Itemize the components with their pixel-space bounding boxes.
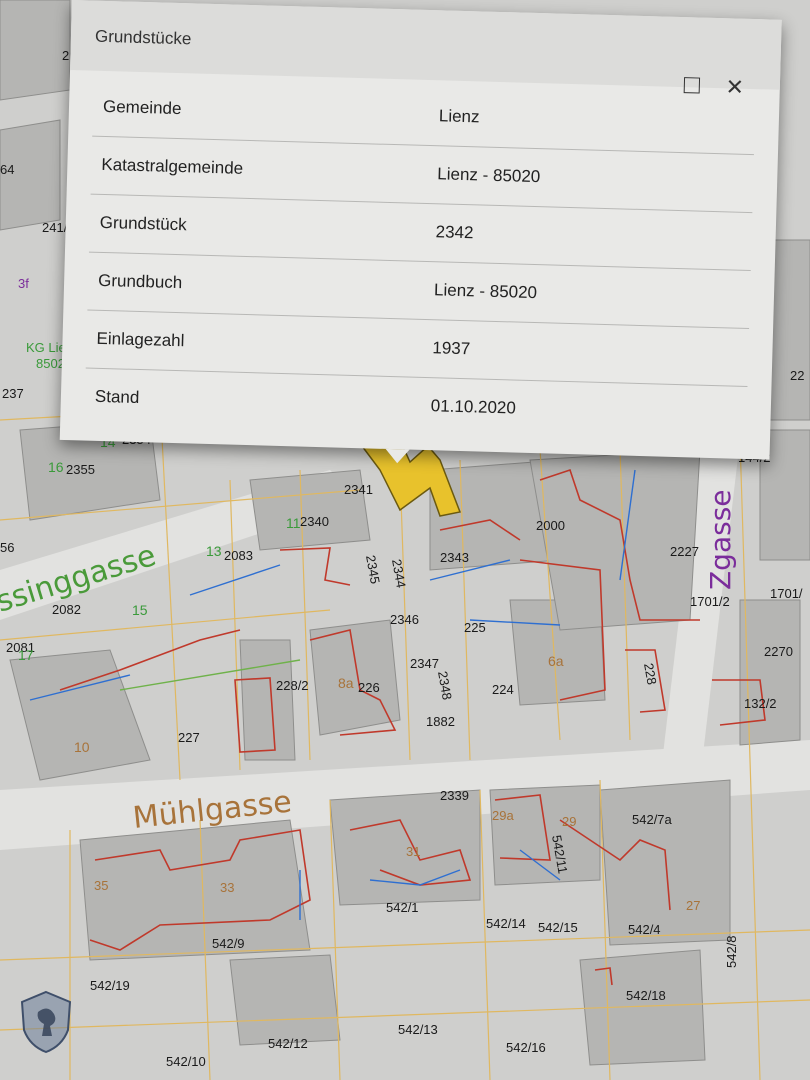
parcel-label: 224	[492, 682, 514, 697]
parcel-label: 1701/	[770, 586, 803, 601]
parcel-label: 542/18	[626, 988, 666, 1003]
maximize-box	[683, 77, 701, 94]
parcel-label: 227	[178, 730, 200, 745]
parcel-label: 33	[220, 880, 234, 895]
parcel-label: 225	[464, 620, 486, 635]
parcel-label: 132/2	[744, 696, 777, 711]
parcel-label: 2340	[300, 514, 329, 529]
row-key: Stand	[94, 386, 140, 408]
parcel-label: 542/9	[212, 936, 245, 951]
parcel-label: 2355	[66, 462, 95, 477]
parcel-label: 15	[132, 602, 148, 618]
parcel-label: 2227	[670, 544, 699, 559]
parcel-label: 1882	[426, 714, 455, 729]
parcel-label: 29a	[492, 808, 514, 823]
parcel-label: 27	[686, 898, 700, 913]
row-key: Grundbuch	[97, 270, 183, 293]
parcel-label: 241/	[42, 220, 68, 235]
parcel-label: 237	[2, 386, 24, 401]
parcel-label: 29	[562, 814, 576, 829]
parcel-label: 2000	[536, 518, 565, 533]
parcel-label: 64	[0, 162, 14, 177]
parcel-label: 2347	[410, 656, 439, 671]
parcel-label: 542/1	[386, 900, 419, 915]
row-value: Lienz - 85020	[437, 164, 541, 187]
parcel-label: 56	[0, 540, 14, 555]
row-key: Grundstück	[99, 212, 187, 235]
parcel-label: 542/16	[506, 1040, 546, 1055]
parcel-info-popup: Grundstücke ✕ Gemeinde Lienz Katastralge…	[59, 0, 782, 464]
row-value: Lienz - 85020	[433, 280, 538, 303]
popup-pointer	[385, 448, 410, 464]
parcel-label: 542/7a	[632, 812, 673, 827]
parcel-label: 2339	[440, 788, 469, 803]
parcel-label: 542/15	[538, 920, 578, 935]
parcel-label: 2270	[764, 644, 793, 659]
street-label-zgasse: Zgasse	[704, 489, 737, 590]
parcel-label: 35	[94, 878, 108, 893]
parcel-label: 6a	[548, 653, 564, 669]
parcel-label: 13	[206, 543, 222, 559]
parcel-label: 542/8	[724, 935, 739, 968]
parcel-label: 16	[48, 459, 64, 475]
parcel-label: 2346	[390, 612, 419, 627]
row-key: Gemeinde	[102, 96, 182, 119]
parcel-label: 542/13	[398, 1022, 438, 1037]
shield-logo-icon	[20, 990, 72, 1054]
parcel-label: 11	[286, 515, 301, 531]
parcel-label: 542/14	[486, 916, 526, 931]
parcel-label: 228/2	[276, 678, 309, 693]
popup-title: Grundstücke	[94, 26, 192, 49]
parcel-label: 542/19	[90, 978, 130, 993]
parcel-label: 8a	[338, 675, 354, 691]
parcel-label: 1701/2	[690, 594, 730, 609]
parcel-label: 31	[406, 844, 420, 859]
parcel-label: 2082	[52, 602, 81, 617]
parcel-label: KG Lie	[26, 340, 66, 355]
parcel-label: 3f	[18, 276, 29, 291]
row-key: Katastralgemeinde	[101, 154, 244, 178]
row-key: Einlagezahl	[96, 328, 185, 351]
parcel-label: 17	[18, 647, 34, 663]
parcel-label: 2	[62, 48, 69, 63]
parcel-label: 2341	[344, 482, 373, 497]
row-value: 2342	[435, 222, 474, 243]
row-value: Lienz	[438, 106, 480, 127]
parcel-label: 2083	[224, 548, 253, 563]
parcel-label: 10	[74, 739, 90, 755]
parcel-label: 542/12	[268, 1036, 308, 1051]
row-value: 1937	[432, 338, 471, 359]
parcel-label: 542/4	[628, 922, 661, 937]
popup-rows: Gemeinde Lienz Katastralgemeinde Lienz -…	[84, 78, 756, 444]
parcel-label: 2343	[440, 550, 469, 565]
parcel-label: 8502	[36, 356, 65, 371]
parcel-label: 542/10	[166, 1054, 206, 1069]
row-value: 01.10.2020	[430, 396, 517, 418]
parcel-label: 226	[358, 680, 380, 695]
parcel-label: 22	[790, 368, 804, 383]
